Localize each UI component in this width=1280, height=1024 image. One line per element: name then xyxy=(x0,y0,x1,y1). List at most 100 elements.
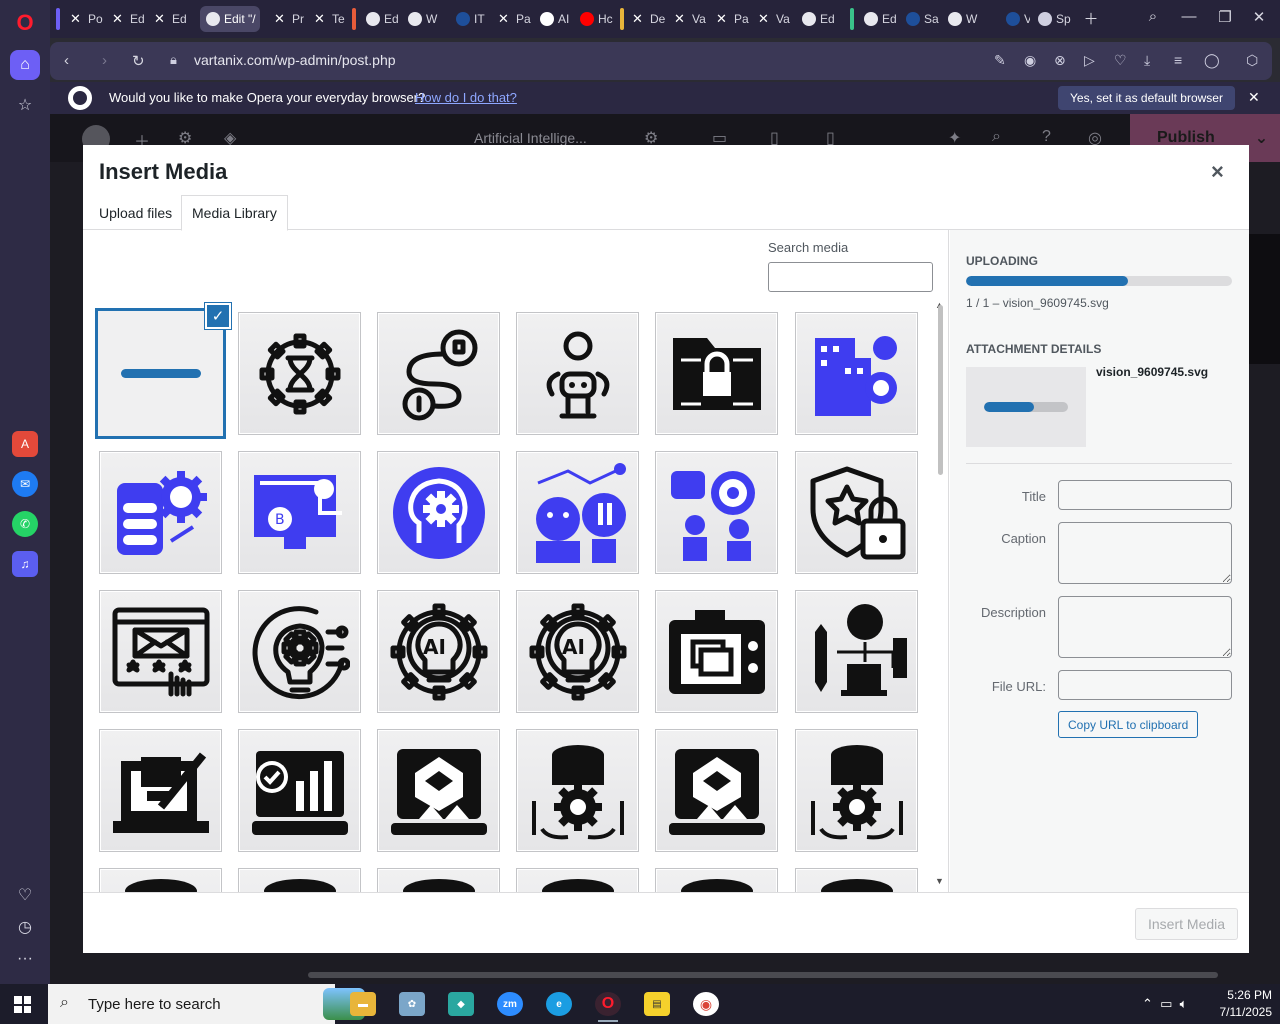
tab-item[interactable]: Sp xyxy=(1032,6,1076,32)
file-url-field[interactable] xyxy=(1058,670,1232,700)
tab-item[interactable]: ✕ Te xyxy=(308,6,350,32)
back-icon[interactable]: ‹ xyxy=(64,52,69,69)
tab-item[interactable]: ✕ Va xyxy=(752,6,792,32)
tab-item[interactable]: W xyxy=(942,6,982,32)
sticky-notes-icon[interactable]: ▤ xyxy=(644,992,670,1016)
tab-media-library[interactable]: Media Library xyxy=(181,195,288,231)
taskbar-search[interactable]: ⌕ Type here to search xyxy=(48,984,365,1024)
windows-start-icon[interactable] xyxy=(14,996,31,1013)
tab-item[interactable]: ✕ Po xyxy=(64,6,104,32)
attachment-thumbnail[interactable]: AI xyxy=(377,590,500,713)
attachment-thumbnail[interactable] xyxy=(655,312,778,435)
tab-item[interactable]: IT xyxy=(450,6,490,32)
app-icon[interactable]: ◆ xyxy=(448,992,474,1016)
tab-item[interactable]: Va xyxy=(1000,6,1030,32)
attachment-thumbnail[interactable] xyxy=(655,729,778,852)
camera-icon[interactable]: ◉ xyxy=(1024,52,1036,69)
close-icon[interactable]: × xyxy=(1211,159,1224,185)
attachment-thumbnail[interactable] xyxy=(655,868,778,892)
attachment-thumbnail[interactable] xyxy=(795,729,918,852)
search-icon[interactable]: ⌕ xyxy=(992,128,1001,146)
attachment-thumbnail[interactable] xyxy=(516,451,639,574)
check-icon[interactable]: ✓ xyxy=(205,303,231,329)
tab-item[interactable]: ✕ Ed xyxy=(148,6,188,32)
close-icon[interactable]: ✕ xyxy=(1248,89,1260,106)
horizontal-scrollbar[interactable] xyxy=(308,972,1218,978)
attachment-thumbnail[interactable] xyxy=(377,729,500,852)
url-text[interactable]: vartanix.com/wp-admin/post.php xyxy=(194,52,396,68)
tab-item[interactable]: Hc xyxy=(574,6,620,32)
tab-item[interactable]: Sa xyxy=(900,6,940,32)
attachment-thumbnail[interactable]: AI xyxy=(516,590,639,713)
edit-icon[interactable]: ✎ xyxy=(994,52,1006,69)
tab-upload-files[interactable]: Upload files xyxy=(89,195,182,230)
page-title[interactable]: Artificial Intellige... xyxy=(474,130,587,146)
attachment-thumbnail[interactable] xyxy=(377,868,500,892)
attachment-thumbnail[interactable] xyxy=(655,451,778,574)
tab-item[interactable]: Ed xyxy=(360,6,400,32)
tab-item[interactable]: W xyxy=(402,6,444,32)
caption-field[interactable] xyxy=(1058,522,1232,584)
file-explorer-icon[interactable]: ▬ xyxy=(350,992,376,1016)
attachment-thumbnail[interactable] xyxy=(516,312,639,435)
star-icon[interactable]: ☆ xyxy=(10,90,40,120)
vertical-scrollbar[interactable] xyxy=(938,305,943,475)
attachment-thumbnail[interactable] xyxy=(99,868,222,892)
aria-icon[interactable]: A xyxy=(12,431,38,457)
menu-icon[interactable]: ≡ xyxy=(1174,52,1182,68)
attachment-thumbnail[interactable] xyxy=(238,590,361,713)
copy-url-button[interactable]: Copy URL to clipboard xyxy=(1058,711,1199,738)
profile-icon[interactable]: ◯ xyxy=(1204,52,1220,69)
attachment-thumbnail[interactable] xyxy=(238,868,361,892)
attachment-thumbnail[interactable] xyxy=(795,451,918,574)
tab-item[interactable]: ✕ Pa xyxy=(710,6,750,32)
attachment-thumbnail[interactable] xyxy=(99,729,222,852)
forward-icon[interactable]: › xyxy=(102,52,107,69)
tab-item[interactable]: Ed xyxy=(858,6,898,32)
tab-item[interactable]: ✕ Pr xyxy=(268,6,306,32)
attachment-thumbnail[interactable] xyxy=(795,312,918,435)
tab-item[interactable]: ✕ Va xyxy=(668,6,708,32)
help-icon[interactable]: ? xyxy=(1042,128,1051,146)
description-field[interactable] xyxy=(1058,596,1232,658)
tab-item[interactable]: ✕ De xyxy=(626,6,666,32)
attachment-thumbnail[interactable] xyxy=(238,729,361,852)
attachment-thumbnail[interactable]: B xyxy=(238,451,361,574)
attachment-thumbnail[interactable] xyxy=(795,590,918,713)
close-icon[interactable]: ✕ xyxy=(1248,8,1270,26)
set-default-button[interactable]: Yes, set it as default browser xyxy=(1058,86,1235,110)
clock[interactable]: 5:26 PM 7/11/2025 xyxy=(1212,987,1273,1021)
search-media-input[interactable] xyxy=(768,262,933,292)
attachment-thumbnail[interactable] xyxy=(99,451,222,574)
scroll-down-icon[interactable]: ▼ xyxy=(935,876,944,886)
tab-item[interactable]: ✕ Pa xyxy=(492,6,532,32)
send-icon[interactable]: ▷ xyxy=(1084,52,1095,69)
attachment-thumbnail[interactable] xyxy=(99,590,222,713)
search-icon[interactable]: ⌕ xyxy=(1142,8,1164,25)
system-tray[interactable]: ⌃ ▭ 🔈︎ xyxy=(1142,996,1187,1012)
restore-icon[interactable]: ❐ xyxy=(1214,8,1236,26)
extensions-icon[interactable]: ⬡ xyxy=(1246,52,1258,69)
opera-logo-icon[interactable]: O xyxy=(10,8,40,38)
home-icon[interactable]: ⌂ xyxy=(10,50,40,80)
heart-icon[interactable]: ♡ xyxy=(10,880,40,910)
attachment-thumbnail[interactable] xyxy=(655,590,778,713)
reload-icon[interactable]: ↻ xyxy=(132,52,145,70)
paint-icon[interactable]: ✿ xyxy=(399,992,425,1016)
edge-icon[interactable]: e xyxy=(546,992,572,1016)
attachment-thumbnail[interactable] xyxy=(377,451,500,574)
heart-icon[interactable]: ♡ xyxy=(1114,52,1127,69)
music-player-icon[interactable]: ♫ xyxy=(12,551,38,577)
infobar-help-link[interactable]: How do I do that? xyxy=(415,90,517,105)
tab-item[interactable]: ✕ Ed xyxy=(106,6,146,32)
tab-item[interactable]: Ed xyxy=(796,6,852,32)
tab-item[interactable]: AI xyxy=(534,6,572,32)
adblock-icon[interactable]: ⊗ xyxy=(1054,52,1066,69)
messenger-icon[interactable]: ✉ xyxy=(12,471,38,497)
attachment-thumbnail[interactable] xyxy=(516,729,639,852)
attachment-thumbnail[interactable] xyxy=(377,312,500,435)
attachment-thumbnail-selected[interactable]: ✓ xyxy=(95,303,231,439)
history-icon[interactable]: ◷ xyxy=(10,912,40,942)
tab-item[interactable]: Edit "/ xyxy=(200,6,260,32)
minimize-icon[interactable]: — xyxy=(1178,8,1200,25)
